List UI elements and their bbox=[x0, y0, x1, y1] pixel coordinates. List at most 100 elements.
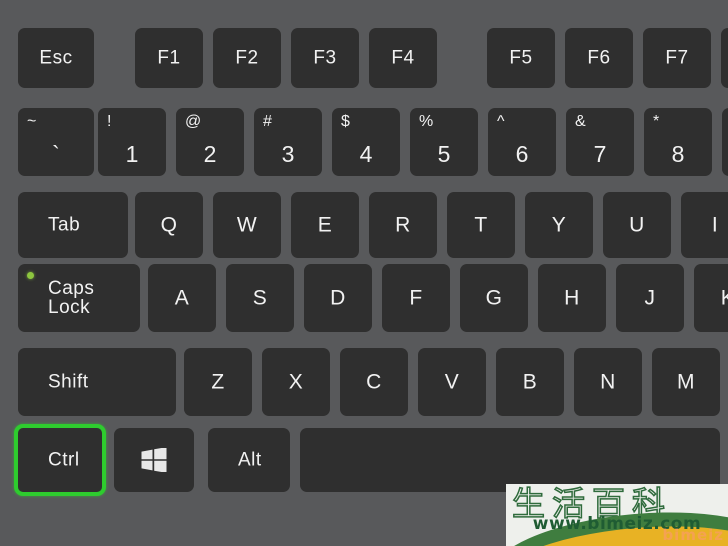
key-digit2[interactable]: @2 bbox=[176, 108, 244, 176]
key-d-label: D bbox=[330, 286, 346, 310]
key-esc[interactable]: Esc bbox=[18, 28, 94, 88]
key-tab[interactable]: Tab bbox=[18, 192, 128, 258]
key-f-label: F bbox=[409, 286, 423, 310]
key-f1-label: F1 bbox=[157, 47, 181, 69]
key-digit7-shift-symbol: & bbox=[575, 113, 586, 130]
key-digit2-label: 2 bbox=[203, 141, 217, 167]
key-r-label: R bbox=[395, 213, 411, 237]
key-alt[interactable]: Alt bbox=[208, 428, 290, 492]
key-c[interactable]: C bbox=[340, 348, 408, 416]
key-f6[interactable]: F6 bbox=[565, 28, 633, 88]
key-w-label: W bbox=[236, 213, 258, 237]
watermark-ghost-text: bimeiz bbox=[662, 526, 724, 544]
key-shift-label: Shift bbox=[48, 371, 89, 393]
key-digit8[interactable]: * 8 bbox=[644, 108, 712, 176]
watermark: 生活百科 www.bimeiz.com bimeiz bbox=[506, 484, 728, 546]
key-digit7-label: 7 bbox=[593, 141, 607, 167]
key-v[interactable]: V bbox=[418, 348, 486, 416]
key-f7[interactable]: F7 bbox=[643, 28, 711, 88]
key-digit1-shift-symbol: ! bbox=[107, 113, 112, 130]
key-backquote-shift-symbol: ~ bbox=[27, 113, 37, 130]
key-j-label: J bbox=[644, 286, 656, 310]
key-b[interactable]: B bbox=[496, 348, 564, 416]
key-f6-label: F6 bbox=[587, 47, 611, 69]
key-y[interactable]: Y bbox=[525, 192, 593, 258]
key-e[interactable]: E bbox=[291, 192, 359, 258]
key-i-label: I bbox=[711, 213, 719, 237]
key-d[interactable]: D bbox=[304, 264, 372, 332]
caps-lock-led-icon bbox=[27, 272, 34, 279]
key-f7-label: F7 bbox=[665, 47, 689, 69]
key-capslock-label: Caps Lock bbox=[48, 278, 95, 318]
key-f1[interactable]: F1 bbox=[135, 28, 203, 88]
key-k[interactable]: K bbox=[694, 264, 728, 332]
key-g[interactable]: G bbox=[460, 264, 528, 332]
keyboard-surface: Esc F1 F2 F3 F4 F5 F6 F7 ~ `! 1 @2 #3 $4% 5 ^ 6 & 7 * 8 Tab Q W… bbox=[0, 0, 728, 546]
key-digit8-shift-symbol: * bbox=[653, 113, 660, 130]
key-f4-label: F4 bbox=[391, 47, 415, 69]
key-capslock[interactable]: Caps Lock bbox=[18, 264, 140, 332]
key-digit3-shift-symbol: # bbox=[263, 113, 272, 130]
key-c-label: C bbox=[366, 370, 382, 394]
key-y-label: Y bbox=[551, 213, 567, 237]
key-shift[interactable]: Shift bbox=[18, 348, 176, 416]
key-digit1-label: 1 bbox=[125, 141, 139, 167]
key-u-label: U bbox=[629, 213, 645, 237]
key-f4[interactable]: F4 bbox=[369, 28, 437, 88]
key-digit9[interactable] bbox=[722, 108, 728, 176]
key-f8[interactable] bbox=[721, 28, 728, 88]
key-digit5[interactable]: % 5 bbox=[410, 108, 478, 176]
key-digit8-label: 8 bbox=[671, 141, 685, 167]
key-digit7[interactable]: & 7 bbox=[566, 108, 634, 176]
key-digit3[interactable]: #3 bbox=[254, 108, 322, 176]
key-t[interactable]: T bbox=[447, 192, 515, 258]
key-g-label: G bbox=[485, 286, 503, 310]
key-z-label: Z bbox=[211, 370, 225, 394]
key-a[interactable]: A bbox=[148, 264, 216, 332]
key-s[interactable]: S bbox=[226, 264, 294, 332]
key-space[interactable] bbox=[300, 428, 720, 492]
key-f3[interactable]: F3 bbox=[291, 28, 359, 88]
key-q[interactable]: Q bbox=[135, 192, 203, 258]
key-backquote-label: ` bbox=[52, 141, 60, 167]
key-s-label: S bbox=[252, 286, 268, 310]
key-h[interactable]: H bbox=[538, 264, 606, 332]
key-f2[interactable]: F2 bbox=[213, 28, 281, 88]
key-digit4-label: 4 bbox=[359, 141, 373, 167]
key-digit4-shift-symbol: $ bbox=[341, 113, 350, 130]
key-esc-label: Esc bbox=[39, 47, 73, 69]
key-x[interactable]: X bbox=[262, 348, 330, 416]
key-digit6-shift-symbol: ^ bbox=[497, 113, 505, 130]
key-ctrl[interactable]: Ctrl bbox=[14, 424, 106, 496]
key-f2-label: F2 bbox=[235, 47, 259, 69]
key-v-label: V bbox=[444, 370, 460, 394]
key-digit6[interactable]: ^ 6 bbox=[488, 108, 556, 176]
key-w[interactable]: W bbox=[213, 192, 281, 258]
key-f5[interactable]: F5 bbox=[487, 28, 555, 88]
key-x-label: X bbox=[288, 370, 304, 394]
key-t-label: T bbox=[474, 213, 488, 237]
windows-logo-icon bbox=[141, 448, 167, 472]
key-digit1[interactable]: ! 1 bbox=[98, 108, 166, 176]
key-backquote[interactable]: ~ ` bbox=[18, 108, 94, 176]
key-f3-label: F3 bbox=[313, 47, 337, 69]
key-win[interactable] bbox=[114, 428, 194, 492]
key-a-label: A bbox=[174, 286, 190, 310]
key-f5-label: F5 bbox=[509, 47, 533, 69]
key-n-label: N bbox=[600, 370, 616, 394]
key-alt-label: Alt bbox=[238, 449, 262, 471]
key-digit4[interactable]: $4 bbox=[332, 108, 400, 176]
key-tab-label: Tab bbox=[48, 214, 81, 236]
key-m[interactable]: M bbox=[652, 348, 720, 416]
key-u[interactable]: U bbox=[603, 192, 671, 258]
key-r[interactable]: R bbox=[369, 192, 437, 258]
key-h-label: H bbox=[564, 286, 580, 310]
key-digit5-label: 5 bbox=[437, 141, 451, 167]
key-z[interactable]: Z bbox=[184, 348, 252, 416]
key-f[interactable]: F bbox=[382, 264, 450, 332]
key-n[interactable]: N bbox=[574, 348, 642, 416]
key-j[interactable]: J bbox=[616, 264, 684, 332]
key-digit6-label: 6 bbox=[515, 141, 529, 167]
key-digit2-shift-symbol: @ bbox=[185, 113, 202, 130]
key-i[interactable]: I bbox=[681, 192, 728, 258]
